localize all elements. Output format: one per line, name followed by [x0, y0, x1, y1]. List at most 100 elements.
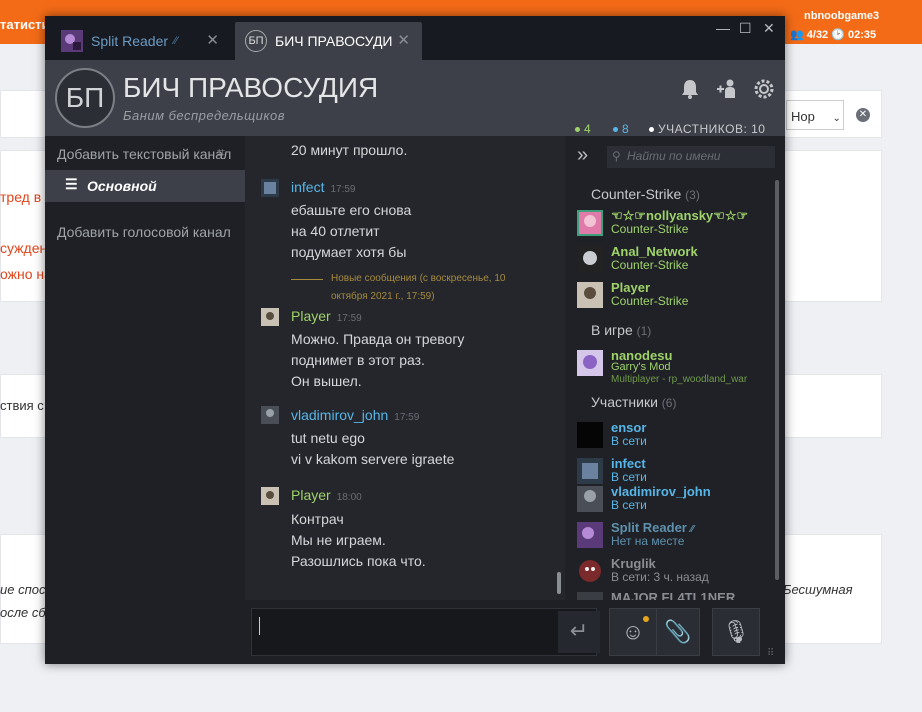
member-item[interactable]: Kruglik В сети: 3 ч. назад: [577, 556, 777, 588]
add-channel-icon[interactable]: ⌗: [217, 144, 225, 161]
member-item[interactable]: ensor В сети: [577, 420, 777, 452]
add-friend-icon[interactable]: [716, 78, 738, 100]
channel-main-label: Основной: [87, 178, 157, 194]
message-text: подумает хотя бы: [291, 244, 407, 260]
maximize-icon[interactable]: ☐: [739, 20, 752, 37]
new-messages-divider: [291, 279, 323, 280]
close-icon[interactable]: ✕: [397, 31, 410, 49]
gear-icon[interactable]: [753, 78, 775, 100]
bg-red-text-1[interactable]: тред в: [0, 189, 41, 205]
close-icon[interactable]: ✕: [206, 31, 219, 49]
bg-text-4: ствия с: [0, 398, 44, 413]
microphone-icon: 🎙: [722, 619, 750, 644]
send-button[interactable]: ↵: [558, 611, 600, 653]
avatar[interactable]: [261, 179, 279, 197]
member-status: В сети: [611, 434, 647, 448]
text-channel-icon: ☰: [65, 176, 78, 192]
tab-bar: Split Reader ⁄⁄ ✕ БП БИЧ ПРАВОСУДИ ✕ — ☐…: [45, 16, 785, 60]
message-author[interactable]: Player 17:59: [291, 308, 362, 324]
message-author[interactable]: vladimirov_john 17:59: [291, 407, 419, 423]
composer: ↵ ☺ 📎 🎙: [245, 600, 785, 664]
chat-scrollbar[interactable]: [557, 572, 561, 594]
message-text: Разошлись пока что.: [291, 553, 426, 569]
search-placeholder: Найти по имени: [627, 149, 721, 163]
site-time: 02:35: [848, 29, 877, 41]
minimize-icon[interactable]: —: [716, 20, 730, 36]
group-tagline: Баним беспредельщиков: [123, 108, 286, 123]
member-name: Player: [611, 280, 651, 295]
avatar: [577, 486, 603, 512]
group-header: БП БИЧ ПРАВОСУДИЯ Баним беспредельщиков …: [45, 60, 785, 136]
member-item[interactable]: ☜☆☞nollyansky☜☆☞ Counter-Strike: [577, 208, 777, 240]
group-tab-avatar-icon: БП: [245, 30, 267, 52]
avatar[interactable]: [261, 487, 279, 505]
avatar: [577, 522, 603, 548]
avatar[interactable]: [261, 308, 279, 326]
tab-label: Split Reader: [91, 33, 169, 49]
tab-split-reader[interactable]: Split Reader ⁄⁄ ✕: [51, 22, 231, 60]
away-icon: ⁄⁄: [174, 35, 178, 47]
member-status: В сети: [611, 498, 647, 512]
message-text: поднимет в этот раз.: [291, 352, 425, 368]
avatar: [577, 246, 603, 272]
member-name: Anal_Network: [611, 244, 698, 259]
member-item[interactable]: nanodesu Garry's Mod Multiplayer - rp_wo…: [577, 348, 777, 385]
message-text: vi v kakom servere igraete: [291, 451, 455, 467]
member-item[interactable]: Split Reader ⁄⁄ Нет на месте: [577, 520, 777, 552]
avatar: [577, 282, 603, 308]
bg-select[interactable]: Нор ⌄: [786, 100, 844, 130]
notification-dot: [643, 616, 649, 622]
message-text: Мы не играем.: [291, 532, 386, 548]
channel-main[interactable]: ☰ Основной: [45, 170, 245, 202]
avatar: [577, 558, 603, 584]
voice-button[interactable]: 🎙: [712, 608, 760, 656]
nav-text[interactable]: татисти: [0, 17, 50, 32]
message-text: tut netu ego: [291, 430, 365, 446]
message-author[interactable]: Player 18:00: [291, 487, 362, 503]
group-avatar[interactable]: БП: [55, 68, 115, 128]
close-circle-icon[interactable]: ✕: [856, 108, 870, 122]
member-item[interactable]: Player Counter-Strike: [577, 280, 777, 312]
away-icon: ⁄⁄: [690, 524, 694, 535]
resize-grip-icon[interactable]: ⠿: [767, 648, 774, 659]
message-input[interactable]: ↵: [251, 608, 600, 656]
member-search-input[interactable]: ⚲ Найти по имени: [607, 146, 775, 168]
bell-icon[interactable]: [679, 78, 701, 100]
bg-text-6: осле сб: [0, 605, 46, 620]
section-header[interactable]: Counter-Strike (3): [591, 186, 700, 202]
user-avatar-icon: [61, 30, 83, 52]
site-username[interactable]: nbnoobgame3: [804, 10, 879, 22]
member-status: Counter-Strike: [611, 294, 689, 308]
emoji-button[interactable]: ☺: [609, 608, 657, 656]
chat-log[interactable]: 20 минут прошло. infect 17:59 ебашьте его…: [245, 136, 565, 600]
member-status: Garry's Mod: [611, 361, 671, 373]
member-status: Нет на месте: [611, 534, 685, 548]
close-window-icon[interactable]: ✕: [763, 20, 775, 37]
member-scrollbar[interactable]: [775, 180, 779, 580]
paperclip-icon: 📎: [664, 619, 692, 644]
add-voice-channel[interactable]: Добавить голосовой канал: [57, 224, 231, 240]
message-text: 20 минут прошло.: [291, 142, 408, 158]
collapse-icon[interactable]: »: [577, 144, 588, 167]
section-header[interactable]: В игре (1): [591, 322, 651, 338]
users-icon: 👥: [790, 29, 804, 41]
avatar: [577, 458, 603, 484]
online-count: 8: [613, 122, 629, 136]
member-item[interactable]: MAJOR FL4TL1NER: [577, 590, 777, 600]
attach-button[interactable]: 📎: [656, 608, 700, 656]
site-stats: 👥 4/32 🕑 02:35: [790, 28, 876, 41]
search-icon: ⚲: [612, 149, 621, 163]
message-text: на 40 отлетит: [291, 223, 380, 239]
message-author[interactable]: infect 17:59: [291, 179, 356, 195]
bg-text-7: Бесшумная: [783, 582, 853, 597]
member-name: vladimirov_john: [611, 484, 711, 499]
text-cursor: [259, 617, 260, 635]
message-text: ебашьте его снова: [291, 202, 412, 218]
member-item[interactable]: Anal_Network Counter-Strike: [577, 244, 777, 276]
avatar[interactable]: [261, 406, 279, 424]
member-name: Kruglik: [611, 556, 656, 571]
member-item[interactable]: vladimirov_john В сети: [577, 484, 777, 516]
add-text-channel[interactable]: Добавить текстовый канал: [57, 146, 231, 162]
section-header[interactable]: Участники (6): [591, 394, 676, 410]
tab-bich-pravosudiya[interactable]: БП БИЧ ПРАВОСУДИ ✕: [235, 22, 422, 60]
